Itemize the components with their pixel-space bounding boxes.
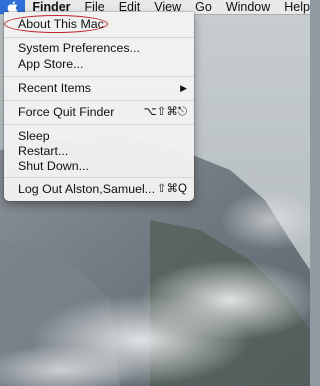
menu-item-restart[interactable]: Restart... — [4, 143, 194, 159]
menu-item-about-this-mac[interactable]: About This Mac — [4, 16, 194, 32]
shortcut-label: ⌥⇧⌘⎋ — [143, 106, 187, 118]
menu-separator — [4, 100, 194, 101]
menu-separator — [4, 76, 194, 77]
menu-item-log-out[interactable]: Log Out Alston,Samuel... ⇧⌘Q — [4, 181, 194, 197]
menu-item-label: System Preferences... — [18, 41, 140, 55]
menu-item-label: Force Quit Finder — [18, 105, 115, 119]
menu-item-label: Sleep — [18, 129, 50, 143]
menu-item-sleep[interactable]: Sleep — [4, 128, 194, 144]
menu-item-label: App Store... — [18, 57, 84, 71]
menu-item-system-preferences[interactable]: System Preferences... — [4, 40, 194, 56]
menu-item-label: Log Out Alston,Samuel... — [18, 182, 156, 196]
menubar-item-go[interactable]: Go — [195, 0, 212, 14]
menu-item-label: Shut Down... — [18, 159, 89, 173]
menu-item-force-quit[interactable]: Force Quit Finder ⌥⇧⌘⎋ — [4, 104, 194, 120]
submenu-arrow-icon: ▶ — [180, 83, 187, 93]
menubar-item-help[interactable]: Help — [284, 0, 310, 14]
shortcut-label: ⇧⌘Q — [156, 183, 187, 195]
menubar-item-window[interactable]: Window — [226, 0, 270, 14]
apple-menu-dropdown: About This Mac System Preferences... App… — [4, 12, 194, 201]
menu-separator — [4, 37, 194, 38]
menu-item-label: About This Mac — [18, 17, 104, 31]
menu-item-app-store[interactable]: App Store... — [4, 56, 194, 72]
menu-item-shut-down[interactable]: Shut Down... — [4, 158, 194, 174]
menu-separator — [4, 177, 194, 178]
menu-item-recent-items[interactable]: Recent Items ▶ — [4, 80, 194, 96]
menu-item-label: Restart... — [18, 144, 69, 158]
menu-separator — [4, 124, 194, 125]
menu-item-label: Recent Items — [18, 81, 91, 95]
